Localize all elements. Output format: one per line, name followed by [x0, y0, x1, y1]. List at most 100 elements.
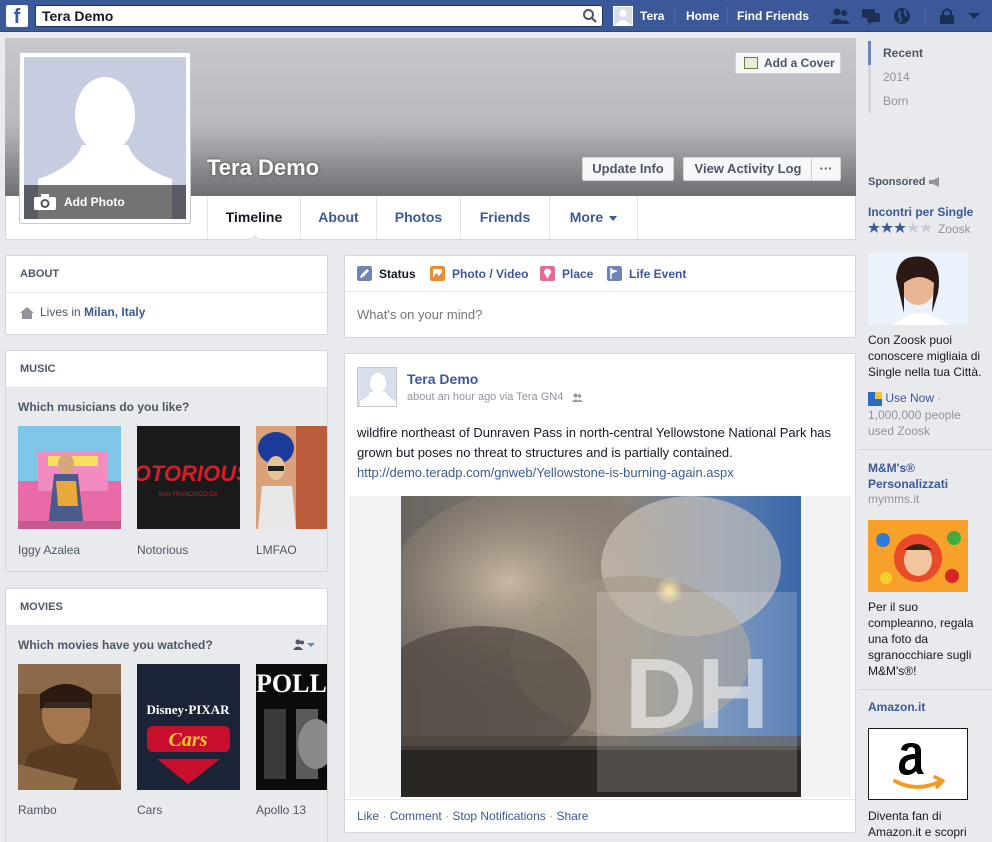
place-pin-icon [540, 266, 555, 281]
timeline-nav-2014[interactable]: 2014 [868, 65, 968, 89]
star-rating-icon [868, 222, 932, 233]
profile-name[interactable]: Tera Demo [207, 155, 319, 181]
facebook-logo-icon[interactable]: f [6, 5, 28, 28]
notorious-art-subtext: SAN FRANCISCO CA [158, 492, 217, 498]
lives-in-row: Lives in Milan, Italy [6, 293, 327, 331]
active-tab-caret [249, 234, 261, 240]
composer-tab-photo-video[interactable]: Photo / Video [430, 266, 528, 281]
audience-selector-icon[interactable] [293, 639, 315, 651]
tab-photos[interactable]: Photos [377, 196, 461, 239]
find-friends-link[interactable]: Find Friends [737, 9, 809, 23]
post-author-avatar[interactable] [357, 367, 397, 407]
movie-thumb-apollo-13[interactable]: POLLO [256, 664, 327, 790]
timeline-post: Tera Demo about an hour ago via Tera GN4… [344, 353, 856, 833]
share-link[interactable]: Share [556, 809, 588, 823]
search-input[interactable] [36, 6, 566, 26]
account-settings-chevron-icon[interactable] [964, 7, 984, 25]
search-box[interactable] [35, 5, 603, 27]
view-activity-log-button[interactable]: View Activity Log [683, 157, 812, 181]
home-link[interactable]: Home [686, 9, 719, 23]
cars-brand-text: Disney·PIXAR [146, 702, 230, 717]
like-link[interactable]: Like [357, 809, 379, 823]
ad-mms-title[interactable]: M&M's® Personalizzati [868, 460, 988, 492]
status-input[interactable] [357, 307, 837, 322]
music-thumb-lmfao[interactable] [256, 426, 327, 529]
ad-zoosk-cta-separator: · [934, 391, 942, 405]
user-avatar[interactable] [613, 6, 633, 26]
movies-box: MOVIES Which movies have you watched? Di… [5, 588, 328, 842]
ad-amazon-title[interactable]: Amazon.it [868, 700, 925, 714]
notifications-globe-icon[interactable] [892, 7, 912, 25]
music-header[interactable]: MUSIC [6, 351, 327, 388]
chevron-down-icon [609, 215, 618, 221]
timeline-nav-recent[interactable]: Recent [868, 41, 968, 65]
action-separator: · [441, 809, 453, 823]
movie-thumb-rambo[interactable] [18, 664, 121, 790]
movie-label-apollo-13[interactable]: Apollo 13 [256, 803, 306, 817]
sponsored-label: Sponsored [868, 176, 926, 188]
tab-more[interactable]: More [550, 196, 638, 239]
movies-header[interactable]: MOVIES [6, 589, 327, 626]
post-meta-text[interactable]: about an hour ago via Tera GN4 [407, 391, 563, 403]
post-body: wildfire northeast of Dunraven Pass in n… [357, 425, 832, 460]
update-info-button[interactable]: Update Info [582, 157, 674, 181]
tab-friends[interactable]: Friends [461, 196, 550, 239]
divider [727, 6, 728, 26]
profile-link[interactable]: Tera [640, 9, 664, 23]
music-label-iggy-azalea[interactable]: Iggy Azalea [18, 543, 80, 557]
comment-link[interactable]: Comment [390, 809, 442, 823]
composer-tab-status[interactable]: Status [357, 266, 416, 281]
ad-zoosk-title[interactable]: Incontri per Single [868, 205, 973, 219]
ad-zoosk-social: 1,000,000 people used Zoosk [868, 408, 961, 438]
life-event-flag-icon [607, 266, 622, 281]
photo-icon [430, 266, 445, 281]
movie-label-rambo[interactable]: Rambo [18, 803, 57, 817]
music-label-lmfao[interactable]: LMFAO [256, 543, 297, 557]
tab-more-label: More [569, 209, 604, 225]
profile-picture[interactable]: Add Photo [19, 52, 191, 224]
ad-mms-image[interactable] [868, 520, 968, 592]
cars-title-text: Cars [169, 729, 208, 751]
ad-zoosk-domain[interactable]: Zoosk [938, 222, 971, 236]
movie-label-cars[interactable]: Cars [137, 803, 162, 817]
privacy-shortcuts-icon[interactable] [937, 7, 957, 25]
tab-about[interactable]: About [301, 196, 377, 239]
friends-audience-icon[interactable] [572, 393, 584, 402]
lives-city-link[interactable]: Milan, Italy [84, 305, 145, 319]
music-thumb-iggy-azalea[interactable] [18, 426, 121, 529]
messages-icon[interactable] [861, 7, 881, 25]
ad-zoosk-use-now-link[interactable]: Use Now [885, 391, 934, 405]
timeline-nav-born[interactable]: Born [868, 89, 968, 113]
post-author-name[interactable]: Tera Demo [407, 371, 478, 387]
friend-requests-icon[interactable] [830, 7, 850, 25]
movies-prompt: Which movies have you watched? [18, 638, 213, 652]
dh-watermark-text: DH [625, 638, 769, 750]
composer-tab-life-event[interactable]: Life Event [607, 266, 686, 281]
music-thumb-notorious[interactable]: NOTORIOUS! SAN FRANCISCO CA [137, 426, 240, 529]
add-cover-button[interactable]: Add a Cover [735, 52, 841, 74]
tab-timeline[interactable]: Timeline [207, 196, 301, 239]
composer-tabs: Status Photo / Video Place Life Event [345, 256, 855, 292]
post-link[interactable]: http://demo.teradp.com/gnweb/Yellowstone… [357, 465, 734, 480]
post-image-container: DH [349, 496, 851, 797]
megaphone-icon[interactable] [928, 177, 941, 188]
ad-zoosk-image[interactable] [868, 253, 968, 325]
more-options-button[interactable]: ··· [811, 157, 841, 181]
post-image-wildfire[interactable]: DH [401, 496, 801, 797]
about-header[interactable]: ABOUT [6, 256, 327, 293]
camera-icon [34, 194, 56, 210]
music-box: MUSIC Which musicians do you like? NOTOR… [5, 350, 328, 572]
search-icon[interactable] [582, 8, 598, 24]
ad-amazon-image[interactable] [868, 728, 968, 800]
about-box: ABOUT Lives in Milan, Italy [5, 255, 328, 335]
stop-notifications-link[interactable]: Stop Notifications [452, 809, 545, 823]
music-label-notorious[interactable]: Notorious [137, 543, 188, 557]
add-photo-button[interactable]: Add Photo [24, 185, 186, 219]
movie-thumb-cars[interactable]: Disney·PIXAR Cars [137, 664, 240, 790]
add-cover-label: Add a Cover [764, 56, 835, 70]
status-composer: Status Photo / Video Place Life Event [344, 255, 856, 338]
post-actions-bar: Like · Comment · Stop Notifications · Sh… [345, 799, 855, 832]
composer-tab-place[interactable]: Place [540, 266, 593, 281]
music-prompt: Which musicians do you like? [6, 388, 327, 426]
ad-mms-domain[interactable]: mymms.it [868, 492, 919, 506]
